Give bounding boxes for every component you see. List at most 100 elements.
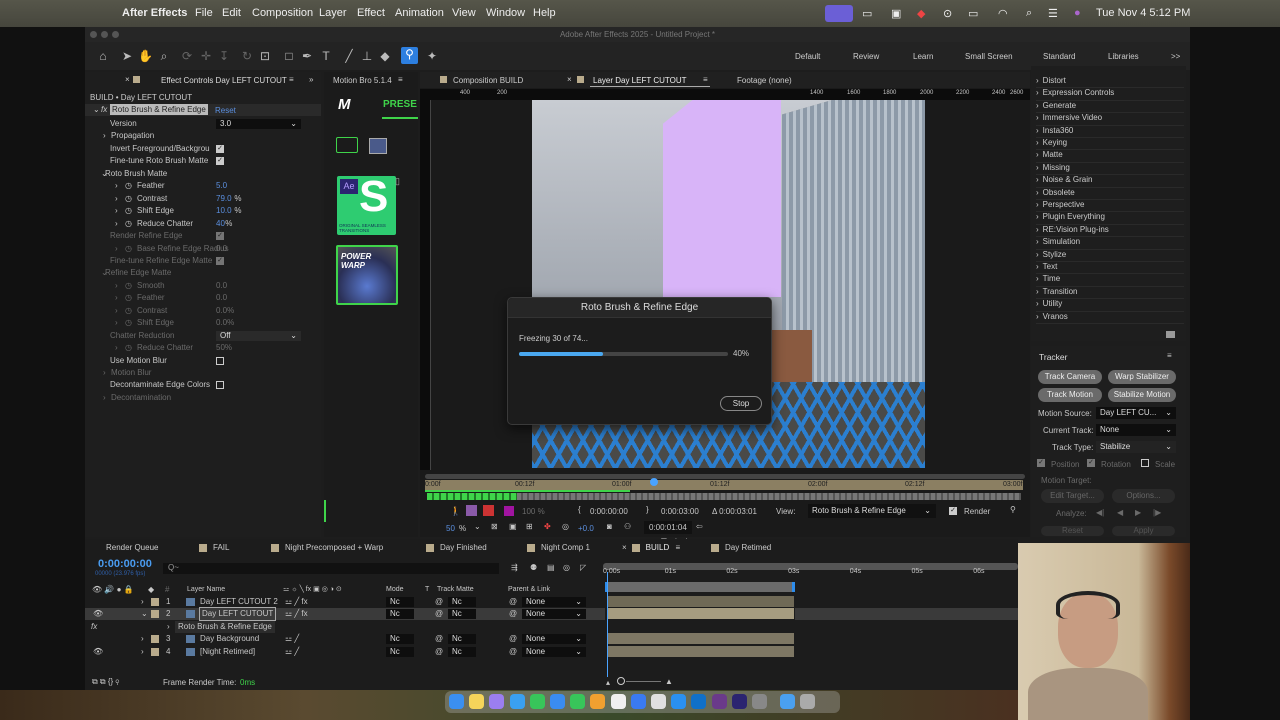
mode-select[interactable]: Nc — [386, 597, 414, 607]
effect-category[interactable]: › Distort — [1036, 76, 1184, 89]
timecode-pointer-icon[interactable]: ⇦ — [696, 522, 703, 531]
property-value[interactable]: 0.0 — [216, 292, 227, 304]
expand-icon[interactable]: › — [115, 280, 118, 292]
menu-animation[interactable]: Animation — [395, 7, 444, 19]
dropbox-icon[interactable]: ◆ — [917, 7, 925, 20]
analyze-backward-icon[interactable]: ◀ — [1117, 508, 1123, 517]
parent-pickwhip-icon[interactable]: @ — [509, 633, 517, 645]
effect-name[interactable]: Roto Brush & Refine Edge — [175, 621, 275, 633]
text-tool-icon[interactable]: T — [319, 49, 333, 63]
effect-category[interactable]: › Time — [1036, 274, 1184, 287]
analyze-back-frame-icon[interactable]: ◀| — [1096, 508, 1104, 517]
menu-effect[interactable]: Effect — [357, 7, 385, 19]
tab-night-precomposed-warp[interactable]: Night Precomposed + Warp — [271, 543, 383, 552]
workspace-learn[interactable]: Learn — [913, 52, 933, 61]
property-checkbox[interactable]: ✓ — [216, 232, 224, 241]
stopwatch-icon[interactable]: ◷ — [125, 243, 132, 255]
track-matte-pickwhip-icon[interactable]: @ — [435, 633, 443, 645]
property-value[interactable]: 79.0 — [216, 193, 232, 205]
work-area-bar[interactable] — [425, 474, 1025, 479]
parent-select[interactable]: None ⌄ — [522, 597, 586, 607]
control-center-icon[interactable]: ☰ — [1048, 7, 1058, 20]
current-time[interactable]: 0:00:01:04 — [644, 521, 692, 534]
property-checkbox[interactable]: ✓ — [216, 157, 224, 166]
rotation-checkbox[interactable]: ✓ — [1087, 459, 1095, 467]
motion-blur-icon[interactable]: ◎ — [563, 563, 570, 572]
stopwatch-icon[interactable]: ◷ — [125, 218, 132, 230]
play-icon[interactable]: ⊙ — [943, 7, 952, 20]
effect-category[interactable]: › Simulation — [1036, 237, 1184, 250]
camera-icon[interactable]: ▭ — [862, 7, 872, 20]
menu-help[interactable]: Help — [533, 7, 556, 19]
safari-icon[interactable] — [509, 694, 525, 709]
header-mode[interactable]: Mode — [386, 586, 404, 593]
parent-pickwhip-icon[interactable]: @ — [509, 608, 517, 620]
twirl-icon[interactable]: ⌄ — [141, 608, 148, 620]
current-time-indicator[interactable] — [607, 572, 608, 677]
track-type-select[interactable]: Stabilize ⌄ — [1096, 441, 1176, 453]
visibility-eye-icon[interactable]: 👁 — [93, 608, 103, 620]
dolly-tool-icon[interactable]: ↧ — [217, 49, 231, 63]
scale-checkbox[interactable] — [1141, 459, 1149, 467]
facetime-icon[interactable] — [570, 694, 586, 709]
menu-layer[interactable]: Layer — [319, 7, 347, 19]
effect-category[interactable]: › Missing — [1036, 163, 1184, 176]
effect-name[interactable]: Roto Brush & Refine Edge — [110, 104, 208, 115]
stopwatch-icon[interactable]: ◷ — [125, 280, 132, 292]
effect-category[interactable]: › Obsolete — [1036, 188, 1184, 200]
out-point-icon[interactable]: } — [646, 505, 649, 514]
tab-day-finished[interactable]: Day Finished — [426, 543, 487, 552]
tab-build[interactable]: × BUILD ≡ — [622, 543, 680, 552]
property-value[interactable]: 10.0 — [216, 205, 232, 217]
menu-file[interactable]: File — [195, 7, 213, 19]
property-checkbox[interactable] — [216, 356, 224, 365]
in-point-icon[interactable]: { — [578, 505, 581, 514]
refine-edge-tool-icon[interactable]: ⚲ — [1010, 505, 1016, 514]
effect-category[interactable]: › Transition — [1036, 287, 1184, 300]
notes-icon[interactable] — [469, 694, 485, 709]
close-window-button[interactable] — [90, 31, 97, 38]
position-checkbox[interactable]: ✓ — [1037, 459, 1045, 467]
property-value[interactable]: 50% — [216, 342, 232, 354]
twirl-icon[interactable]: › — [141, 633, 144, 645]
effect-category[interactable]: › Immersive Video — [1036, 113, 1184, 126]
effect-category[interactable]: › Matte — [1036, 150, 1184, 163]
chrome-icon[interactable] — [651, 694, 666, 709]
stopwatch-icon[interactable]: ◷ — [125, 193, 132, 205]
expand-icon[interactable]: › — [115, 193, 118, 205]
label-swatch[interactable] — [151, 648, 159, 656]
layer-switches[interactable]: ⚍ ╱ — [285, 646, 299, 658]
zoom-in-icon[interactable]: ▲ — [665, 677, 673, 686]
effect-category[interactable]: › Noise & Grain — [1036, 175, 1184, 188]
layer-bar-2[interactable] — [608, 608, 794, 619]
overlay-opacity[interactable]: 100 % — [522, 507, 545, 516]
wifi-icon[interactable]: ◠ — [998, 7, 1008, 20]
stopwatch-icon[interactable]: ◷ — [125, 292, 132, 304]
effect-category[interactable]: › Keying — [1036, 138, 1184, 151]
panel-menu-icon[interactable]: ≡ — [703, 75, 708, 84]
layer-name[interactable]: Day Background — [200, 633, 259, 645]
property-value[interactable]: 0.0 — [216, 280, 227, 292]
stopwatch-icon[interactable]: ◷ — [125, 180, 132, 192]
layer-time-ruler[interactable]: 0:00f 00:12f 01:00f 01:12f 02:00f 02:12f… — [425, 480, 1023, 490]
layer-switches[interactable]: ⚍ ╱ fx — [285, 608, 308, 620]
track-matte-select[interactable]: Nc — [448, 597, 476, 607]
trash-icon[interactable]: ▯ — [395, 176, 400, 187]
collapse-icon[interactable]: ⌄ — [93, 105, 100, 114]
roto-walk-icon[interactable]: 🚶 — [450, 506, 461, 517]
overlay-color-swatch[interactable] — [504, 506, 514, 516]
mail-icon[interactable] — [550, 694, 565, 709]
work-area[interactable] — [605, 582, 795, 592]
property-value[interactable]: 0.0% — [216, 317, 234, 329]
close-tab-icon[interactable]: × — [622, 543, 627, 552]
out-point[interactable]: 0:00:03:00 — [661, 507, 699, 516]
fx-icon[interactable]: fx — [101, 105, 107, 114]
effect-category[interactable]: › Generate — [1036, 101, 1184, 114]
property-value[interactable]: 40 — [216, 218, 225, 230]
playhead[interactable] — [650, 478, 658, 486]
power-warp-thumbnail[interactable]: POWER WARP — [336, 245, 398, 305]
effect-controls-tab[interactable]: Effect Controls Day LEFT CUTOUT — [161, 76, 287, 85]
property-select[interactable]: Off ⌄ — [216, 330, 301, 341]
property-checkbox[interactable] — [216, 381, 224, 390]
clone-stamp-icon[interactable]: ⊥ — [360, 49, 374, 63]
